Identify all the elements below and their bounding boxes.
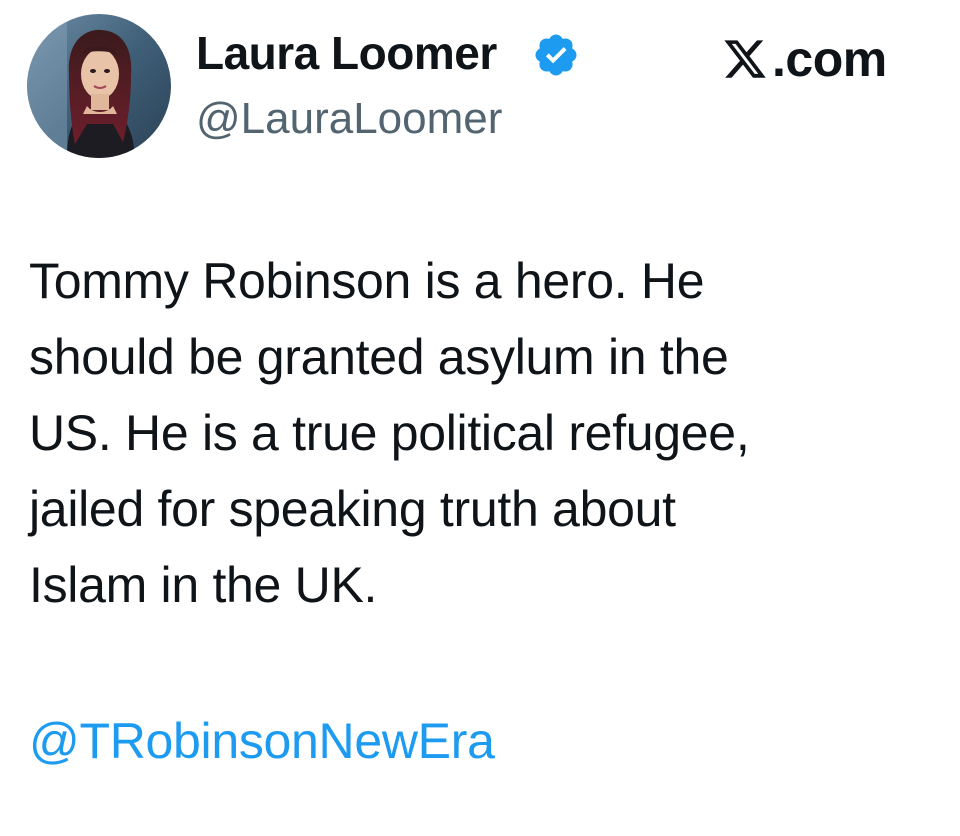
- tweet-text: Tommy Robinson is a hero. He should be g…: [29, 253, 750, 613]
- tweet-card: Laura Loomer @LauraLoomer .com Tommy Rob…: [0, 0, 960, 836]
- avatar[interactable]: [27, 14, 171, 158]
- site-label: .com: [772, 31, 887, 87]
- avatar-photo: [27, 14, 171, 158]
- x-logo-icon: [724, 40, 766, 78]
- author-display-name[interactable]: Laura Loomer: [196, 30, 497, 76]
- site-badge: .com: [720, 34, 887, 84]
- verified-badge-icon: [535, 34, 577, 76]
- mention-link[interactable]: @TRobinsonNewEra: [29, 708, 495, 774]
- author-handle[interactable]: @LauraLoomer: [196, 97, 502, 141]
